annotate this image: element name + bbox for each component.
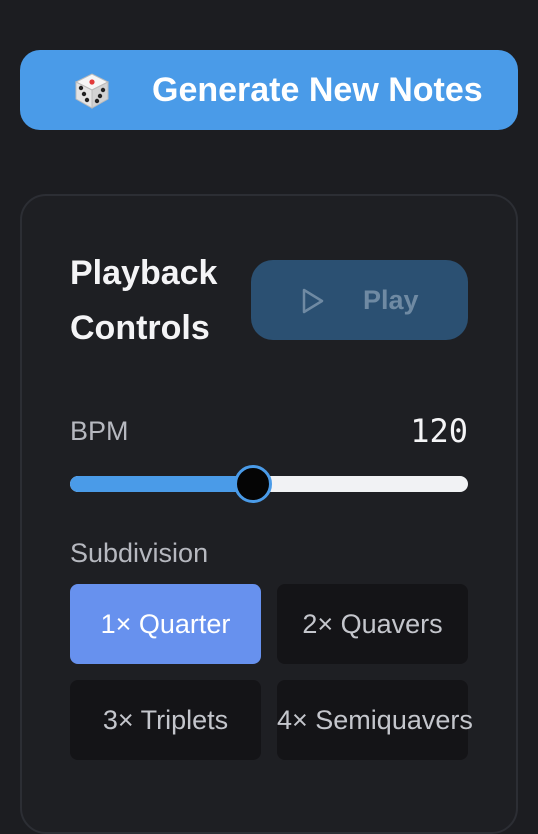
- play-button-label: Play: [363, 285, 419, 315]
- subdivision-option-triplets[interactable]: 3× Triplets: [70, 680, 261, 760]
- bpm-slider-thumb[interactable]: [234, 465, 273, 503]
- subdivision-label: Subdivision: [70, 538, 209, 568]
- subdivision-option-semiquavers[interactable]: 4× Semiquavers: [277, 680, 473, 760]
- play-icon: [302, 288, 324, 314]
- dice-icon: [74, 73, 110, 109]
- bpm-label: BPM: [70, 416, 129, 446]
- play-button[interactable]: Play: [251, 260, 468, 340]
- panel-title: Playback Controls: [70, 254, 218, 347]
- subdivision-option-quavers[interactable]: 2× Quavers: [277, 584, 468, 664]
- generate-button-label: Generate New Notes: [152, 71, 483, 109]
- generate-new-notes-button[interactable]: Generate New Notes: [20, 50, 518, 130]
- bpm-slider-fill: [70, 476, 254, 492]
- subdivision-option-quarter[interactable]: 1× Quarter: [70, 584, 261, 664]
- bpm-value: 120: [410, 412, 468, 450]
